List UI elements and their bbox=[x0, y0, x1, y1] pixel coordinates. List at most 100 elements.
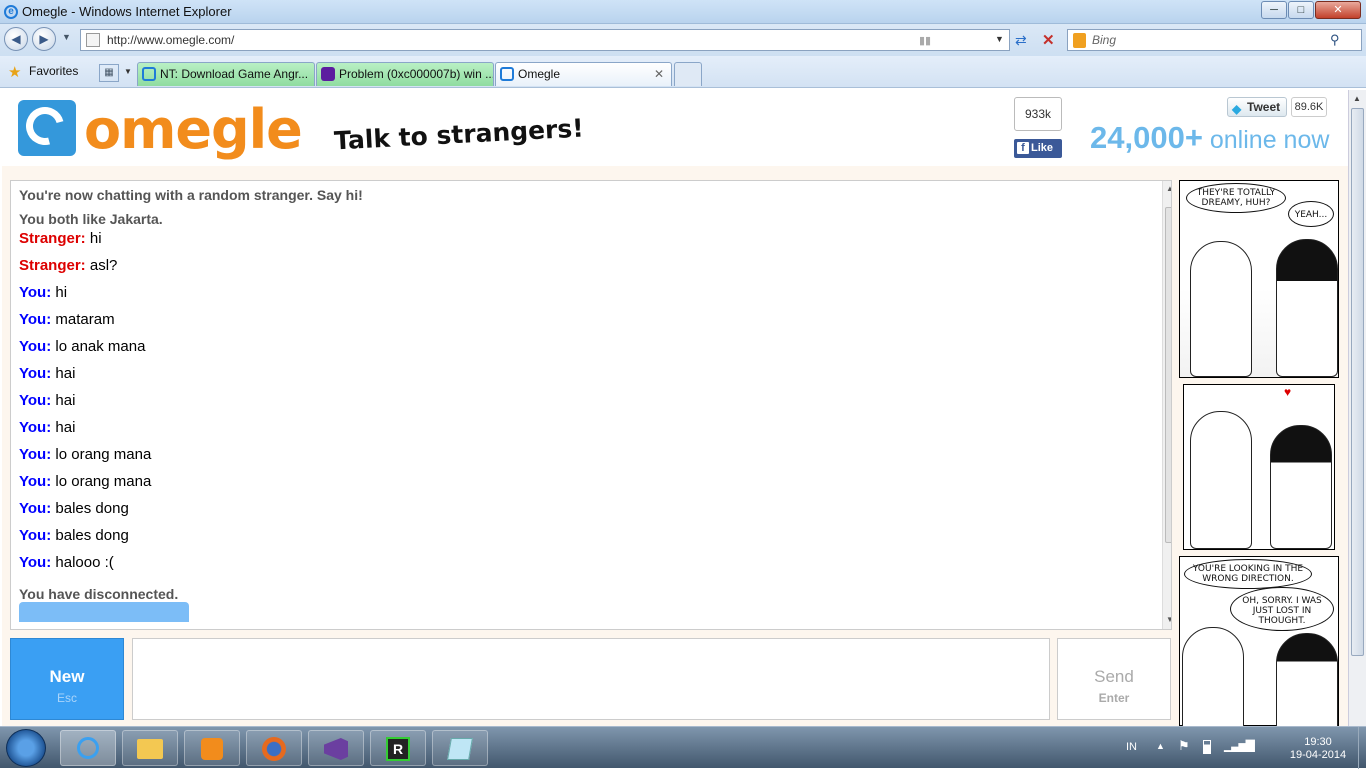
address-input[interactable]: http://www.omegle.com/ ▮▮ ▼ bbox=[80, 29, 1010, 51]
scroll-up-icon[interactable]: ▲ bbox=[1166, 184, 1171, 193]
online-count: 24,000+ online now bbox=[1090, 120, 1329, 156]
window-title: Omegle - Windows Internet Explorer bbox=[22, 4, 232, 19]
ie-icon: e bbox=[4, 5, 18, 19]
favorites-star-icon[interactable]: ★ bbox=[8, 63, 21, 81]
message-sender: You: bbox=[19, 338, 52, 355]
message-text: lo orang mana bbox=[51, 446, 152, 463]
volume-icon[interactable]: 🔈︎ bbox=[1250, 738, 1258, 754]
message-sender: You: bbox=[19, 473, 52, 490]
tagline: Talk to strangers! bbox=[333, 113, 585, 156]
message-sender: You: bbox=[19, 365, 52, 382]
chat-message: You: halooo :( bbox=[11, 553, 1171, 580]
system-message-common-likes: You both like Jakarta. bbox=[19, 211, 163, 227]
address-dropdown-icon[interactable]: ▼ bbox=[995, 34, 1004, 44]
tab-omegle[interactable]: Omegle ✕ bbox=[495, 62, 672, 86]
message-sender: You: bbox=[19, 527, 52, 544]
message-sender: You: bbox=[19, 500, 52, 517]
taskbar-ie[interactable] bbox=[60, 730, 116, 766]
new-tab-button[interactable] bbox=[674, 62, 702, 86]
taskbar-app-r[interactable]: R bbox=[370, 730, 426, 766]
message-text: hai bbox=[51, 419, 76, 436]
start-button[interactable] bbox=[6, 729, 46, 767]
comic-character-left bbox=[1190, 411, 1252, 549]
message-text: hi bbox=[51, 284, 68, 301]
message-text: lo anak mana bbox=[51, 338, 146, 355]
comic-bubble-1: THEY'RE TOTALLY DREAMY, HUH? bbox=[1186, 183, 1286, 213]
tweet-button[interactable]: ◆ Tweet bbox=[1227, 97, 1287, 117]
chat-message: You: mataram bbox=[11, 310, 1171, 337]
chat-message: You: hi bbox=[11, 283, 1171, 310]
tab-label: Omegle bbox=[518, 67, 561, 81]
message-sender: You: bbox=[19, 419, 52, 436]
comic-panel-3: YOU'RE LOOKING IN THE WRONG DIRECTION. O… bbox=[1179, 556, 1339, 727]
send-button[interactable]: Send Enter bbox=[1057, 638, 1171, 720]
r-app-icon: R bbox=[386, 737, 410, 761]
taskbar-explorer[interactable] bbox=[122, 730, 178, 766]
chat-message: You: hai bbox=[11, 364, 1171, 391]
heart-icon: ♥ bbox=[1284, 385, 1292, 399]
yahoo-icon bbox=[321, 67, 335, 81]
browser-scrollbar[interactable]: ▲ bbox=[1348, 90, 1366, 726]
tab-problem[interactable]: Problem (0xc000007b) win ... bbox=[316, 62, 494, 86]
browser-scroll-thumb[interactable] bbox=[1351, 108, 1364, 656]
language-indicator[interactable]: IN bbox=[1126, 741, 1137, 753]
chat-scrollbar[interactable]: ▲ ▼ bbox=[1162, 181, 1171, 629]
tab-list-dropdown-icon[interactable]: ▼ bbox=[124, 67, 132, 76]
send-label: Send bbox=[1094, 667, 1134, 686]
message-text: mataram bbox=[51, 311, 115, 328]
favorites-button[interactable]: Favorites bbox=[29, 64, 78, 78]
show-hidden-icons-icon[interactable]: ▲ bbox=[1156, 741, 1165, 751]
close-window-button[interactable]: ✕ bbox=[1315, 1, 1361, 19]
message-text: hai bbox=[51, 392, 76, 409]
scroll-up-icon[interactable]: ▲ bbox=[1353, 94, 1361, 103]
forward-button[interactable]: ▶ bbox=[32, 27, 56, 51]
new-chat-inline-button[interactable] bbox=[19, 602, 189, 622]
taskbar-visual-studio[interactable] bbox=[308, 730, 364, 766]
facebook-icon: f bbox=[1017, 142, 1029, 154]
action-center-flag-icon[interactable]: ⚑ bbox=[1178, 738, 1190, 754]
refresh-icon[interactable]: ⇄ bbox=[1015, 32, 1027, 49]
window-title-bar[interactable]: e Omegle - Windows Internet Explorer ─ □… bbox=[0, 0, 1366, 24]
scroll-down-icon[interactable]: ▼ bbox=[1166, 615, 1171, 624]
chat-message: You: hai bbox=[11, 391, 1171, 418]
battery-icon[interactable] bbox=[1203, 740, 1211, 754]
message-input[interactable] bbox=[132, 638, 1050, 720]
network-signal-icon[interactable]: ▁▃▅▇ bbox=[1224, 738, 1255, 752]
minimize-button[interactable]: ─ bbox=[1261, 1, 1287, 19]
tab-nt-download[interactable]: NT: Download Game Angr... bbox=[137, 62, 315, 86]
new-chat-button[interactable]: New Esc bbox=[10, 638, 124, 720]
taskbar-notepad[interactable] bbox=[432, 730, 488, 766]
back-button[interactable]: ◀ bbox=[4, 27, 28, 51]
message-text: lo orang mana bbox=[51, 473, 152, 490]
compat-view-icon[interactable]: ▮▮ bbox=[919, 34, 931, 47]
close-tab-icon[interactable]: ✕ bbox=[654, 63, 664, 85]
message-text: bales dong bbox=[51, 527, 129, 544]
message-text: bales dong bbox=[51, 500, 129, 517]
clock-date: 19-04-2014 bbox=[1289, 749, 1347, 761]
system-clock[interactable]: 19:30 19-04-2014 bbox=[1278, 736, 1358, 762]
comic-panel-2: ♥ bbox=[1183, 384, 1335, 550]
maximize-button[interactable]: □ bbox=[1288, 1, 1314, 19]
quick-tabs-icon[interactable]: ▦ bbox=[99, 64, 119, 82]
folder-icon bbox=[137, 739, 163, 759]
online-label: online now bbox=[1202, 126, 1330, 154]
chat-log[interactable]: You're now chatting with a random strang… bbox=[10, 180, 1172, 630]
stop-icon[interactable]: ✕ bbox=[1042, 31, 1055, 49]
url-text: http://www.omegle.com/ bbox=[107, 33, 235, 47]
taskbar-media-player[interactable] bbox=[184, 730, 240, 766]
comic-character-right bbox=[1276, 633, 1338, 727]
facebook-like-button[interactable]: f Like bbox=[1014, 139, 1062, 158]
ie-icon bbox=[77, 737, 99, 759]
chat-scroll-thumb[interactable] bbox=[1165, 207, 1171, 543]
search-input[interactable]: Bing ⚲ bbox=[1067, 29, 1362, 51]
chat-message: You: lo anak mana bbox=[11, 337, 1171, 364]
facebook-like-label: Like bbox=[1031, 142, 1054, 154]
history-dropdown-icon[interactable]: ▼ bbox=[62, 32, 71, 42]
taskbar-firefox[interactable] bbox=[246, 730, 302, 766]
new-chat-shortcut: Esc bbox=[56, 691, 77, 705]
tab-bar: ★ Favorites ▦ ▼ NT: Download Game Angr..… bbox=[0, 56, 1366, 88]
chat-message: You: lo orang mana bbox=[11, 445, 1171, 472]
show-desktop-button[interactable] bbox=[1358, 727, 1366, 769]
search-icon[interactable]: ⚲ bbox=[1330, 32, 1340, 48]
omegle-logo-text: omegle bbox=[84, 98, 303, 161]
